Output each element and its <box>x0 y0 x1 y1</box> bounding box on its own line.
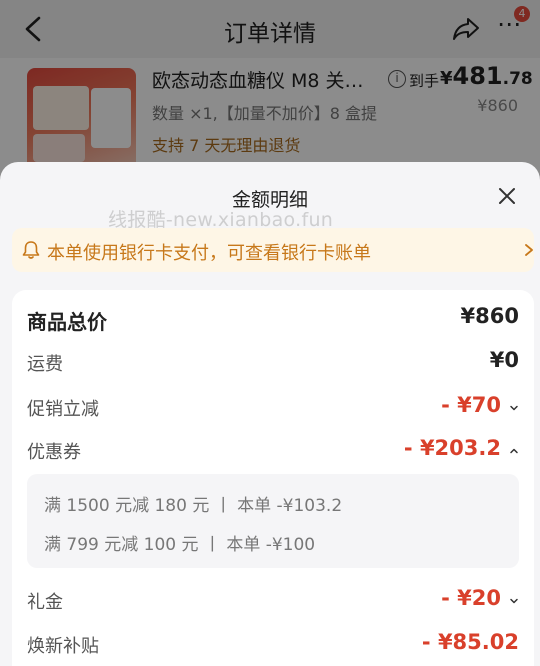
shipping-label: 运费 <box>27 354 63 375</box>
promo-label: 促销立减 <box>27 399 99 420</box>
amount-detail-sheet: 金额明细 线报酷-new.xianbao.fun 本单使用银行卡支付，可查看银行… <box>0 162 540 666</box>
coupon-label: 优惠券 <box>27 442 81 463</box>
notice-text: 本单使用银行卡支付，可查看银行卡账单 <box>47 243 371 264</box>
subsidy-row: 焕新补贴 - ¥85.02 <box>27 630 519 662</box>
bell-icon <box>22 241 40 259</box>
chevron-down-icon[interactable] <box>509 596 519 606</box>
subsidy-value: - ¥85.02 <box>421 630 519 654</box>
coupon-value: - ¥203.2 <box>403 436 501 460</box>
coupon-detail-item: 满 799 元减 100 元 丨 本单 -¥100 <box>44 535 316 555</box>
promo-row[interactable]: 促销立减 - ¥70 <box>27 393 519 425</box>
shipping-value: ¥0 <box>489 348 519 372</box>
coupon-row[interactable]: 优惠券 - ¥203.2 <box>27 436 519 468</box>
coupon-detail-item: 满 1500 元减 180 元 丨 本单 -¥103.2 <box>44 496 343 516</box>
coupon-details: 满 1500 元减 180 元 丨 本单 -¥103.2 满 799 元减 10… <box>27 474 519 568</box>
close-icon[interactable] <box>496 185 518 207</box>
promo-value: - ¥70 <box>441 393 501 417</box>
chevron-up-icon[interactable] <box>509 446 519 456</box>
subsidy-label: 焕新补贴 <box>27 636 99 657</box>
total-price-label: 商品总价 <box>27 310 107 334</box>
bank-card-notice[interactable]: 本单使用银行卡支付，可查看银行卡账单 <box>12 228 534 272</box>
chevron-right-icon <box>525 244 533 256</box>
total-price-row: 商品总价 ¥860 <box>27 304 519 336</box>
total-price-value: ¥860 <box>460 304 519 328</box>
shipping-row: 运费 ¥0 <box>27 348 519 380</box>
chevron-down-icon[interactable] <box>509 403 519 413</box>
gift-row[interactable]: 礼金 - ¥20 <box>27 586 519 618</box>
price-breakdown-card: 商品总价 ¥860 运费 ¥0 促销立减 - ¥70 优惠券 - ¥203.2 … <box>12 290 534 666</box>
gift-value: - ¥20 <box>441 586 501 610</box>
gift-label: 礼金 <box>27 592 63 613</box>
